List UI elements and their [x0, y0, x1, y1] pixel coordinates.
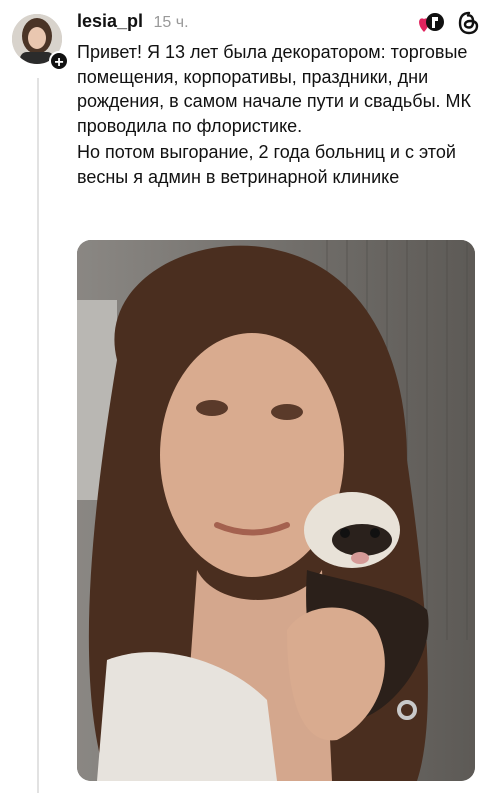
- post-photo[interactable]: [77, 240, 475, 781]
- post-paragraph: Но потом выгорание, 2 года больниц и с э…: [77, 142, 456, 187]
- threads-logo-icon[interactable]: [458, 11, 480, 40]
- post-time: 15 ч.: [153, 14, 189, 31]
- post-header: lesia_pl 15 ч.: [77, 11, 480, 37]
- thread-line: [37, 78, 39, 793]
- heart-badge-icon[interactable]: [418, 12, 446, 39]
- post-paragraph: Привет! Я 13 лет была декоратором: торго…: [77, 42, 471, 136]
- follow-plus-icon[interactable]: +: [49, 51, 69, 71]
- username[interactable]: lesia_pl: [77, 11, 143, 31]
- post-text: Привет! Я 13 лет была декоратором: торго…: [77, 40, 487, 190]
